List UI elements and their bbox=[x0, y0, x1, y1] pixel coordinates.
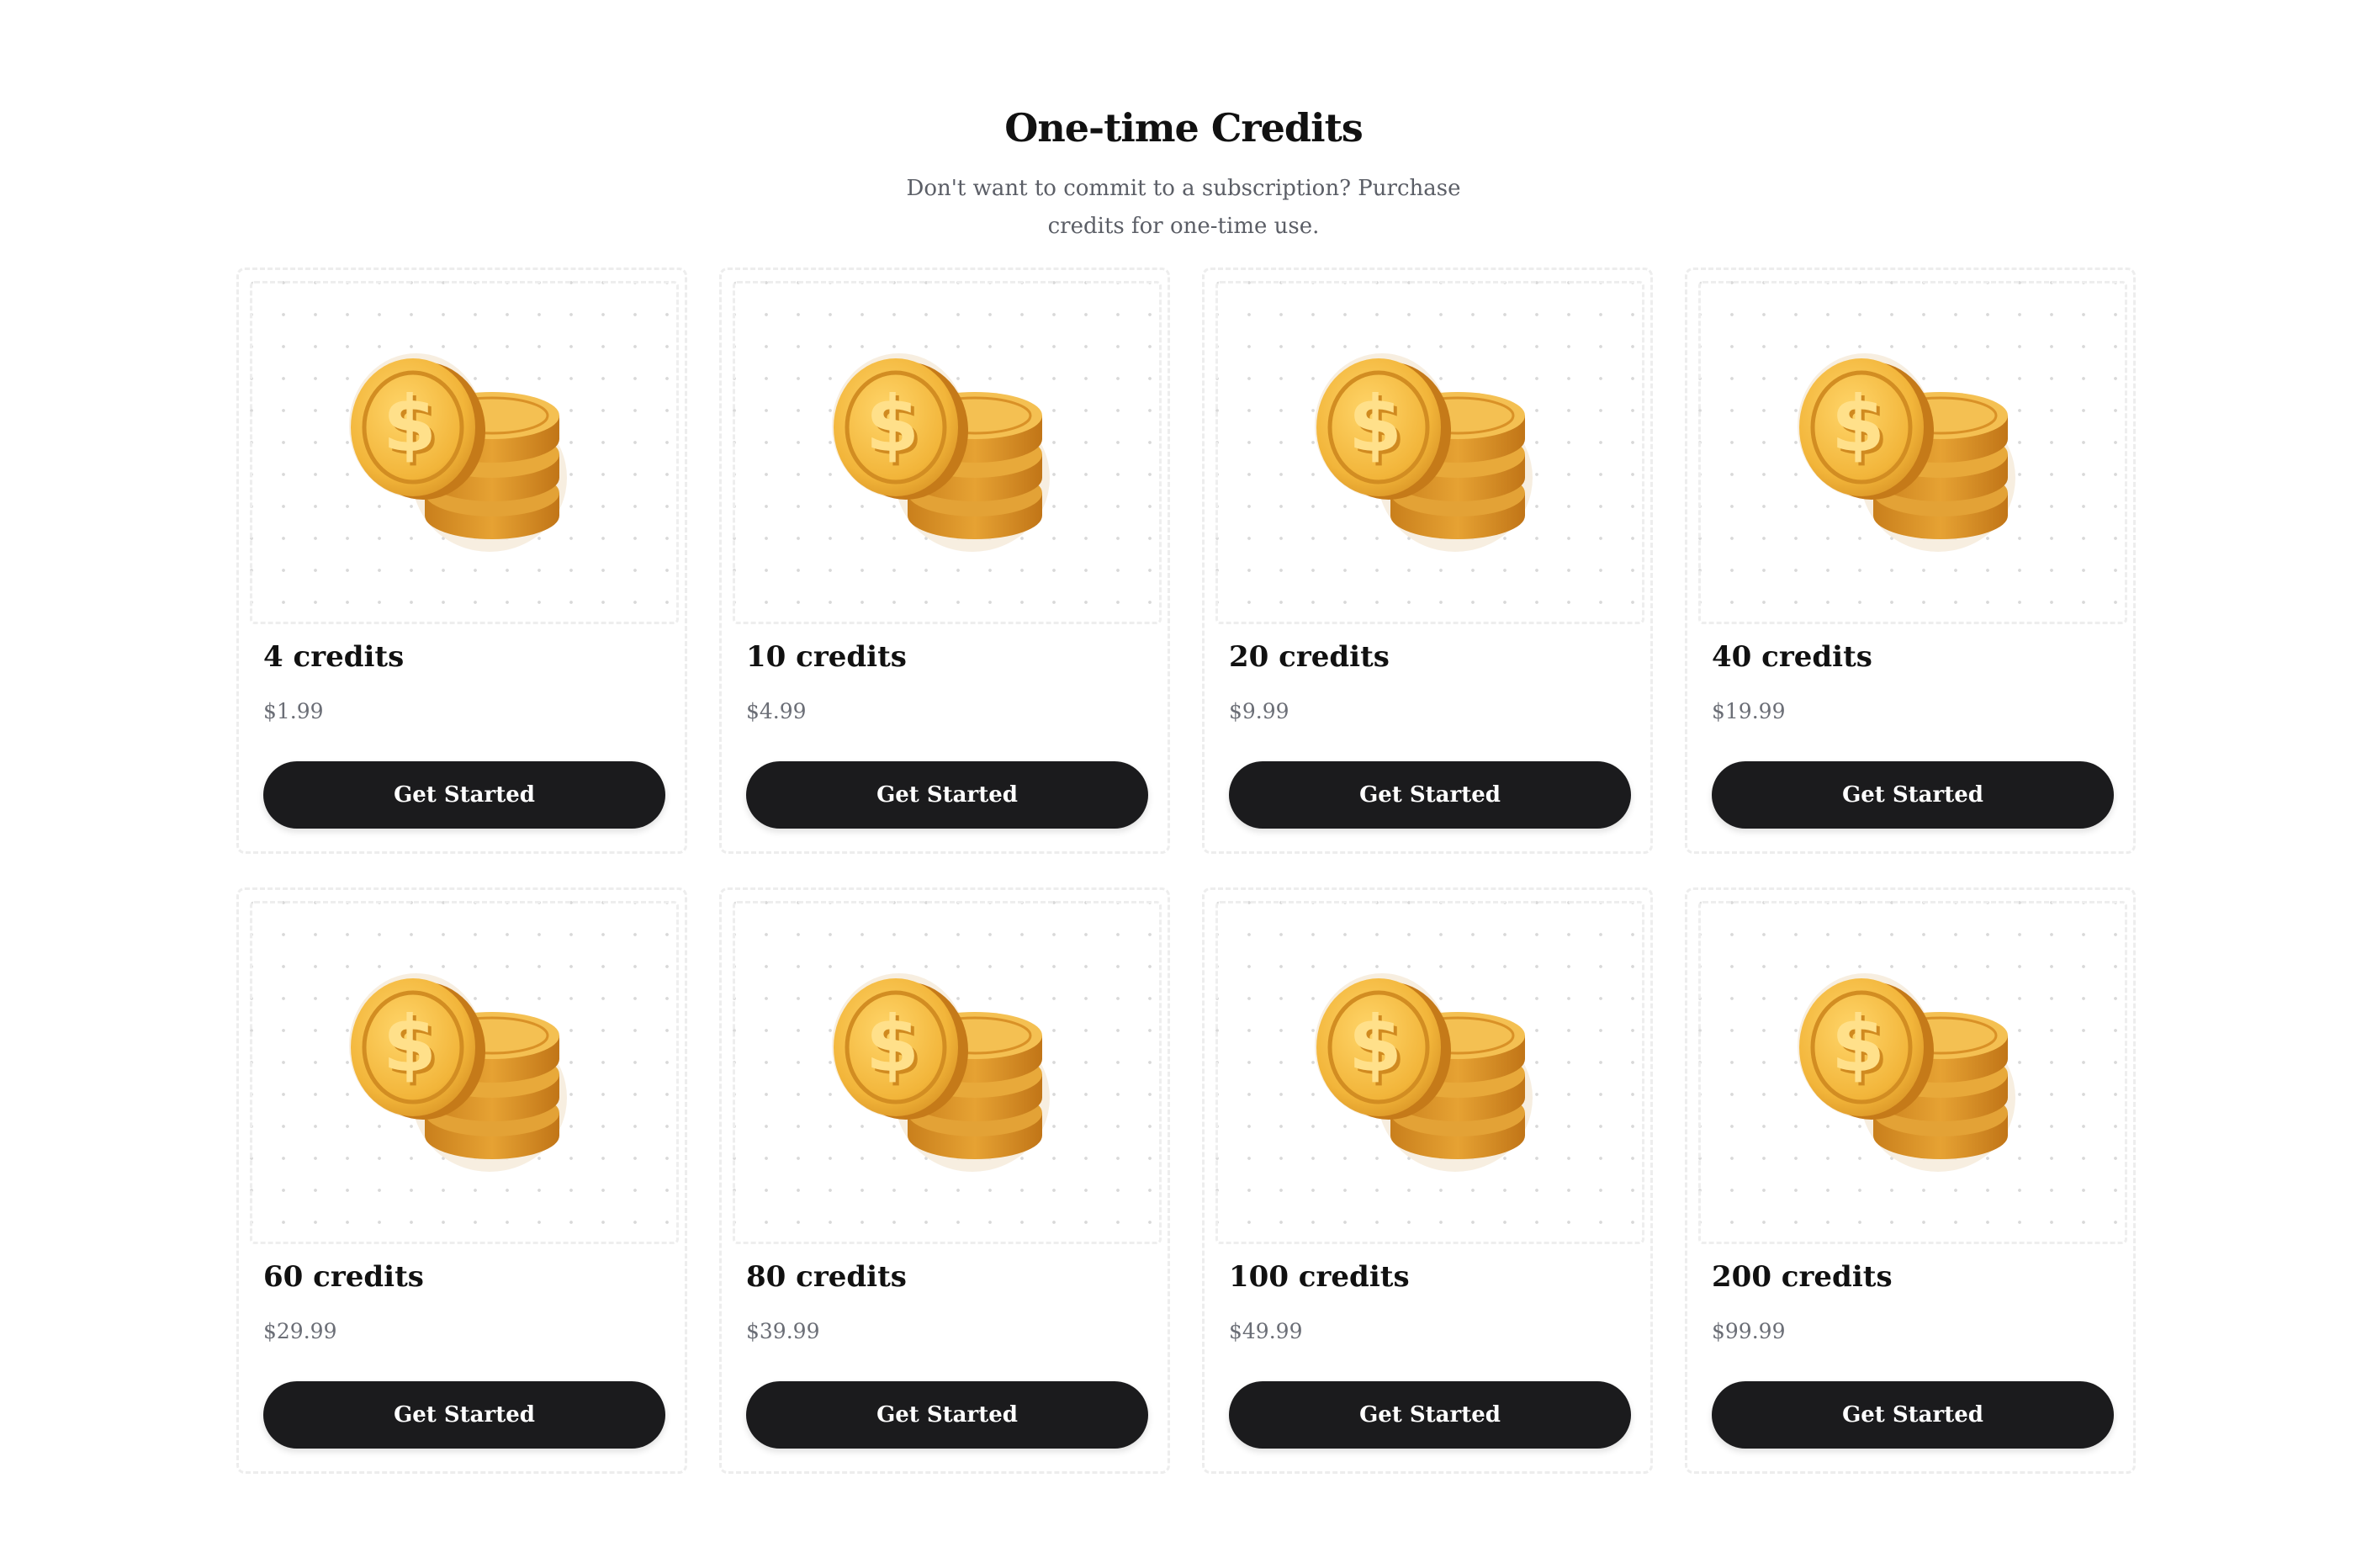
package-price: $49.99 bbox=[1229, 1319, 1303, 1343]
page-subtitle: Don't want to commit to a subscription? … bbox=[906, 176, 1461, 239]
package-credits: 100 credits bbox=[1229, 1260, 1410, 1294]
package-credits: 60 credits bbox=[263, 1260, 424, 1294]
get-started-button[interactable]: Get Started bbox=[1229, 761, 1631, 829]
package-credits: 10 credits bbox=[746, 640, 907, 674]
package-image-frame bbox=[1698, 901, 2127, 1244]
coin-stack-icon bbox=[825, 343, 1069, 562]
package-price: $99.99 bbox=[1712, 1319, 1786, 1343]
package-image-frame bbox=[250, 901, 679, 1244]
coin-stack-icon bbox=[342, 963, 586, 1182]
package-credits: 80 credits bbox=[746, 1260, 907, 1294]
package-credits: 200 credits bbox=[1712, 1260, 1893, 1294]
credit-package-card: 80 credits $39.99 Get Started bbox=[719, 887, 1170, 1474]
package-image-frame bbox=[733, 281, 1162, 624]
get-started-button[interactable]: Get Started bbox=[1712, 1381, 2114, 1449]
package-credits: 20 credits bbox=[1229, 640, 1390, 674]
package-image-frame bbox=[250, 281, 679, 624]
credit-package-card: 20 credits $9.99 Get Started bbox=[1202, 268, 1653, 854]
package-price: $1.99 bbox=[263, 699, 324, 723]
credit-package-card: 4 credits $1.99 Get Started bbox=[236, 268, 687, 854]
package-credits: 4 credits bbox=[263, 640, 405, 674]
get-started-button[interactable]: Get Started bbox=[746, 1381, 1148, 1449]
package-image-frame bbox=[1698, 281, 2127, 624]
package-credits: 40 credits bbox=[1712, 640, 1872, 674]
credit-package-card: 200 credits $99.99 Get Started bbox=[1685, 887, 2136, 1474]
package-price: $29.99 bbox=[263, 1319, 337, 1343]
credit-package-card: 60 credits $29.99 Get Started bbox=[236, 887, 687, 1474]
credit-package-card: 10 credits $4.99 Get Started bbox=[719, 268, 1170, 854]
page-header: One-time Credits Don't want to commit to… bbox=[0, 94, 2367, 246]
page-title: One-time Credits bbox=[1004, 105, 1363, 151]
coin-stack-icon bbox=[1308, 343, 1552, 562]
package-price: $9.99 bbox=[1229, 699, 1289, 723]
coin-stack-icon bbox=[1308, 963, 1552, 1182]
package-image-frame bbox=[1215, 281, 1644, 624]
coin-stack-icon bbox=[825, 963, 1069, 1182]
credit-package-card: 100 credits $49.99 Get Started bbox=[1202, 887, 1653, 1474]
get-started-button[interactable]: Get Started bbox=[746, 761, 1148, 829]
package-price: $19.99 bbox=[1712, 699, 1786, 723]
package-image-frame bbox=[1215, 901, 1644, 1244]
coin-stack-icon bbox=[342, 343, 586, 562]
get-started-button[interactable]: Get Started bbox=[263, 761, 665, 829]
package-image-frame bbox=[733, 901, 1162, 1244]
get-started-button[interactable]: Get Started bbox=[1712, 761, 2114, 829]
package-price: $39.99 bbox=[746, 1319, 820, 1343]
get-started-button[interactable]: Get Started bbox=[263, 1381, 665, 1449]
get-started-button[interactable]: Get Started bbox=[1229, 1381, 1631, 1449]
coin-stack-icon bbox=[1791, 343, 2035, 562]
package-price: $4.99 bbox=[746, 699, 807, 723]
credit-packages-grid: 4 credits $1.99 Get Started 10 credits $… bbox=[236, 268, 2136, 1474]
credit-package-card: 40 credits $19.99 Get Started bbox=[1685, 268, 2136, 854]
coin-stack-icon bbox=[1791, 963, 2035, 1182]
